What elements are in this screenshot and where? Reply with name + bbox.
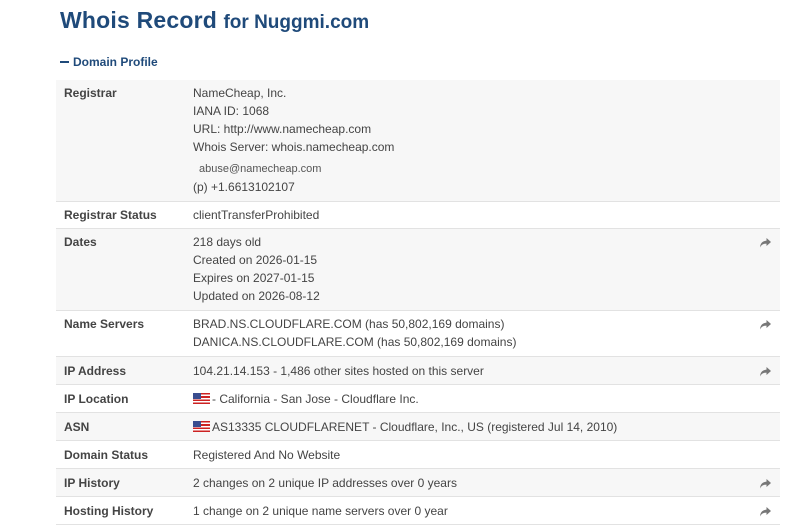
- share-arrow-icon[interactable]: [759, 478, 772, 490]
- table-row-name-servers: Name Servers BRAD.NS.CLOUDFLARE.COM (has…: [56, 310, 780, 357]
- page-title-domain: for Nuggmi.com: [223, 12, 370, 33]
- table-row-ip-address: IP Address 104.21.14.153 - 1,486 other s…: [56, 356, 780, 385]
- domain-profile-toggle[interactable]: Domain Profile: [60, 55, 158, 69]
- domain-profile-table: Registrar NameCheap, Inc. IANA ID: 1068 …: [56, 80, 780, 525]
- table-row-registrar: Registrar NameCheap, Inc. IANA ID: 1068 …: [56, 80, 780, 202]
- registrar-name: NameCheap, Inc.: [193, 86, 287, 100]
- table-row-asn: ASN AS13335 CLOUDFLARENET - Cloudflare, …: [56, 412, 780, 441]
- registrar-value: NameCheap, Inc. IANA ID: 1068 URL: http:…: [186, 80, 740, 202]
- row-label: Name Servers: [56, 310, 186, 357]
- asn-text: AS13335 CLOUDFLARENET - Cloudflare, Inc.…: [212, 419, 618, 434]
- row-label: ASN: [56, 412, 186, 441]
- dates-value: 218 days old Created on 2026-01-15 Expir…: [186, 228, 740, 311]
- ip-location-value: - California - San Jose - Cloudflare Inc…: [186, 384, 740, 413]
- row-label: Hosting History: [56, 496, 186, 525]
- hosting-history-value: 1 change on 2 unique name servers over 0…: [186, 496, 740, 525]
- dates-created: Created on 2026-01-15: [193, 252, 318, 267]
- ip-address-value: 104.21.14.153 - 1,486 other sites hosted…: [186, 356, 740, 385]
- name-servers-value: BRAD.NS.CLOUDFLARE.COM (has 50,802,169 d…: [186, 310, 740, 357]
- name-server-2: DANICA.NS.CLOUDFLARE.COM (has 50,802,169…: [193, 334, 517, 349]
- row-label: Registrar Status: [56, 201, 186, 229]
- share-arrow-icon[interactable]: [759, 366, 772, 378]
- row-label: IP Location: [56, 384, 186, 413]
- dates-expires: Expires on 2027-01-15: [193, 270, 315, 285]
- share-arrow-icon[interactable]: [759, 506, 772, 518]
- row-label: Domain Status: [56, 440, 186, 469]
- name-server-1: BRAD.NS.CLOUDFLARE.COM (has 50,802,169 d…: [193, 316, 505, 331]
- registrar-abuse-email: abuse@namecheap.com: [199, 163, 322, 175]
- us-flag-icon: [193, 420, 210, 432]
- registrar-whois-server: Whois Server: whois.namecheap.com: [193, 140, 395, 154]
- registrar-url: URL: http://www.namecheap.com: [193, 122, 372, 136]
- domain-status-value: Registered And No Website: [186, 440, 740, 469]
- table-row-registrar-status: Registrar Status clientTransferProhibite…: [56, 201, 780, 229]
- dates-updated: Updated on 2026-08-12: [193, 288, 320, 303]
- ip-location-text: - California - San Jose - Cloudflare Inc…: [212, 391, 419, 406]
- ip-history-value: 2 changes on 2 unique IP addresses over …: [186, 468, 740, 497]
- registrar-iana: IANA ID: 1068: [193, 104, 270, 118]
- row-label: IP History: [56, 468, 186, 497]
- registrar-phone: (p) +1.6613102107: [193, 180, 295, 194]
- share-arrow-icon[interactable]: [759, 319, 772, 331]
- minus-icon: [60, 60, 69, 63]
- table-row-hosting-history: Hosting History 1 change on 2 unique nam…: [56, 496, 780, 525]
- us-flag-icon: [193, 392, 210, 404]
- table-row-domain-status: Domain Status Registered And No Website: [56, 440, 780, 469]
- dates-age: 218 days old: [193, 234, 262, 249]
- domain-profile-label: Domain Profile: [73, 55, 158, 69]
- registrar-status-value: clientTransferProhibited: [186, 201, 740, 229]
- row-label: Registrar: [56, 80, 186, 202]
- row-label: Dates: [56, 228, 186, 311]
- table-row-dates: Dates 218 days old Created on 2026-01-15…: [56, 228, 780, 311]
- page-title: Whois Record for Nuggmi.com: [60, 7, 369, 34]
- table-row-ip-history: IP History 2 changes on 2 unique IP addr…: [56, 468, 780, 497]
- asn-value: AS13335 CLOUDFLARENET - Cloudflare, Inc.…: [186, 412, 740, 441]
- share-arrow-icon[interactable]: [759, 237, 772, 249]
- page-title-main: Whois Record: [60, 7, 218, 33]
- table-row-ip-location: IP Location - California - San Jose - Cl…: [56, 384, 780, 413]
- row-label: IP Address: [56, 356, 186, 385]
